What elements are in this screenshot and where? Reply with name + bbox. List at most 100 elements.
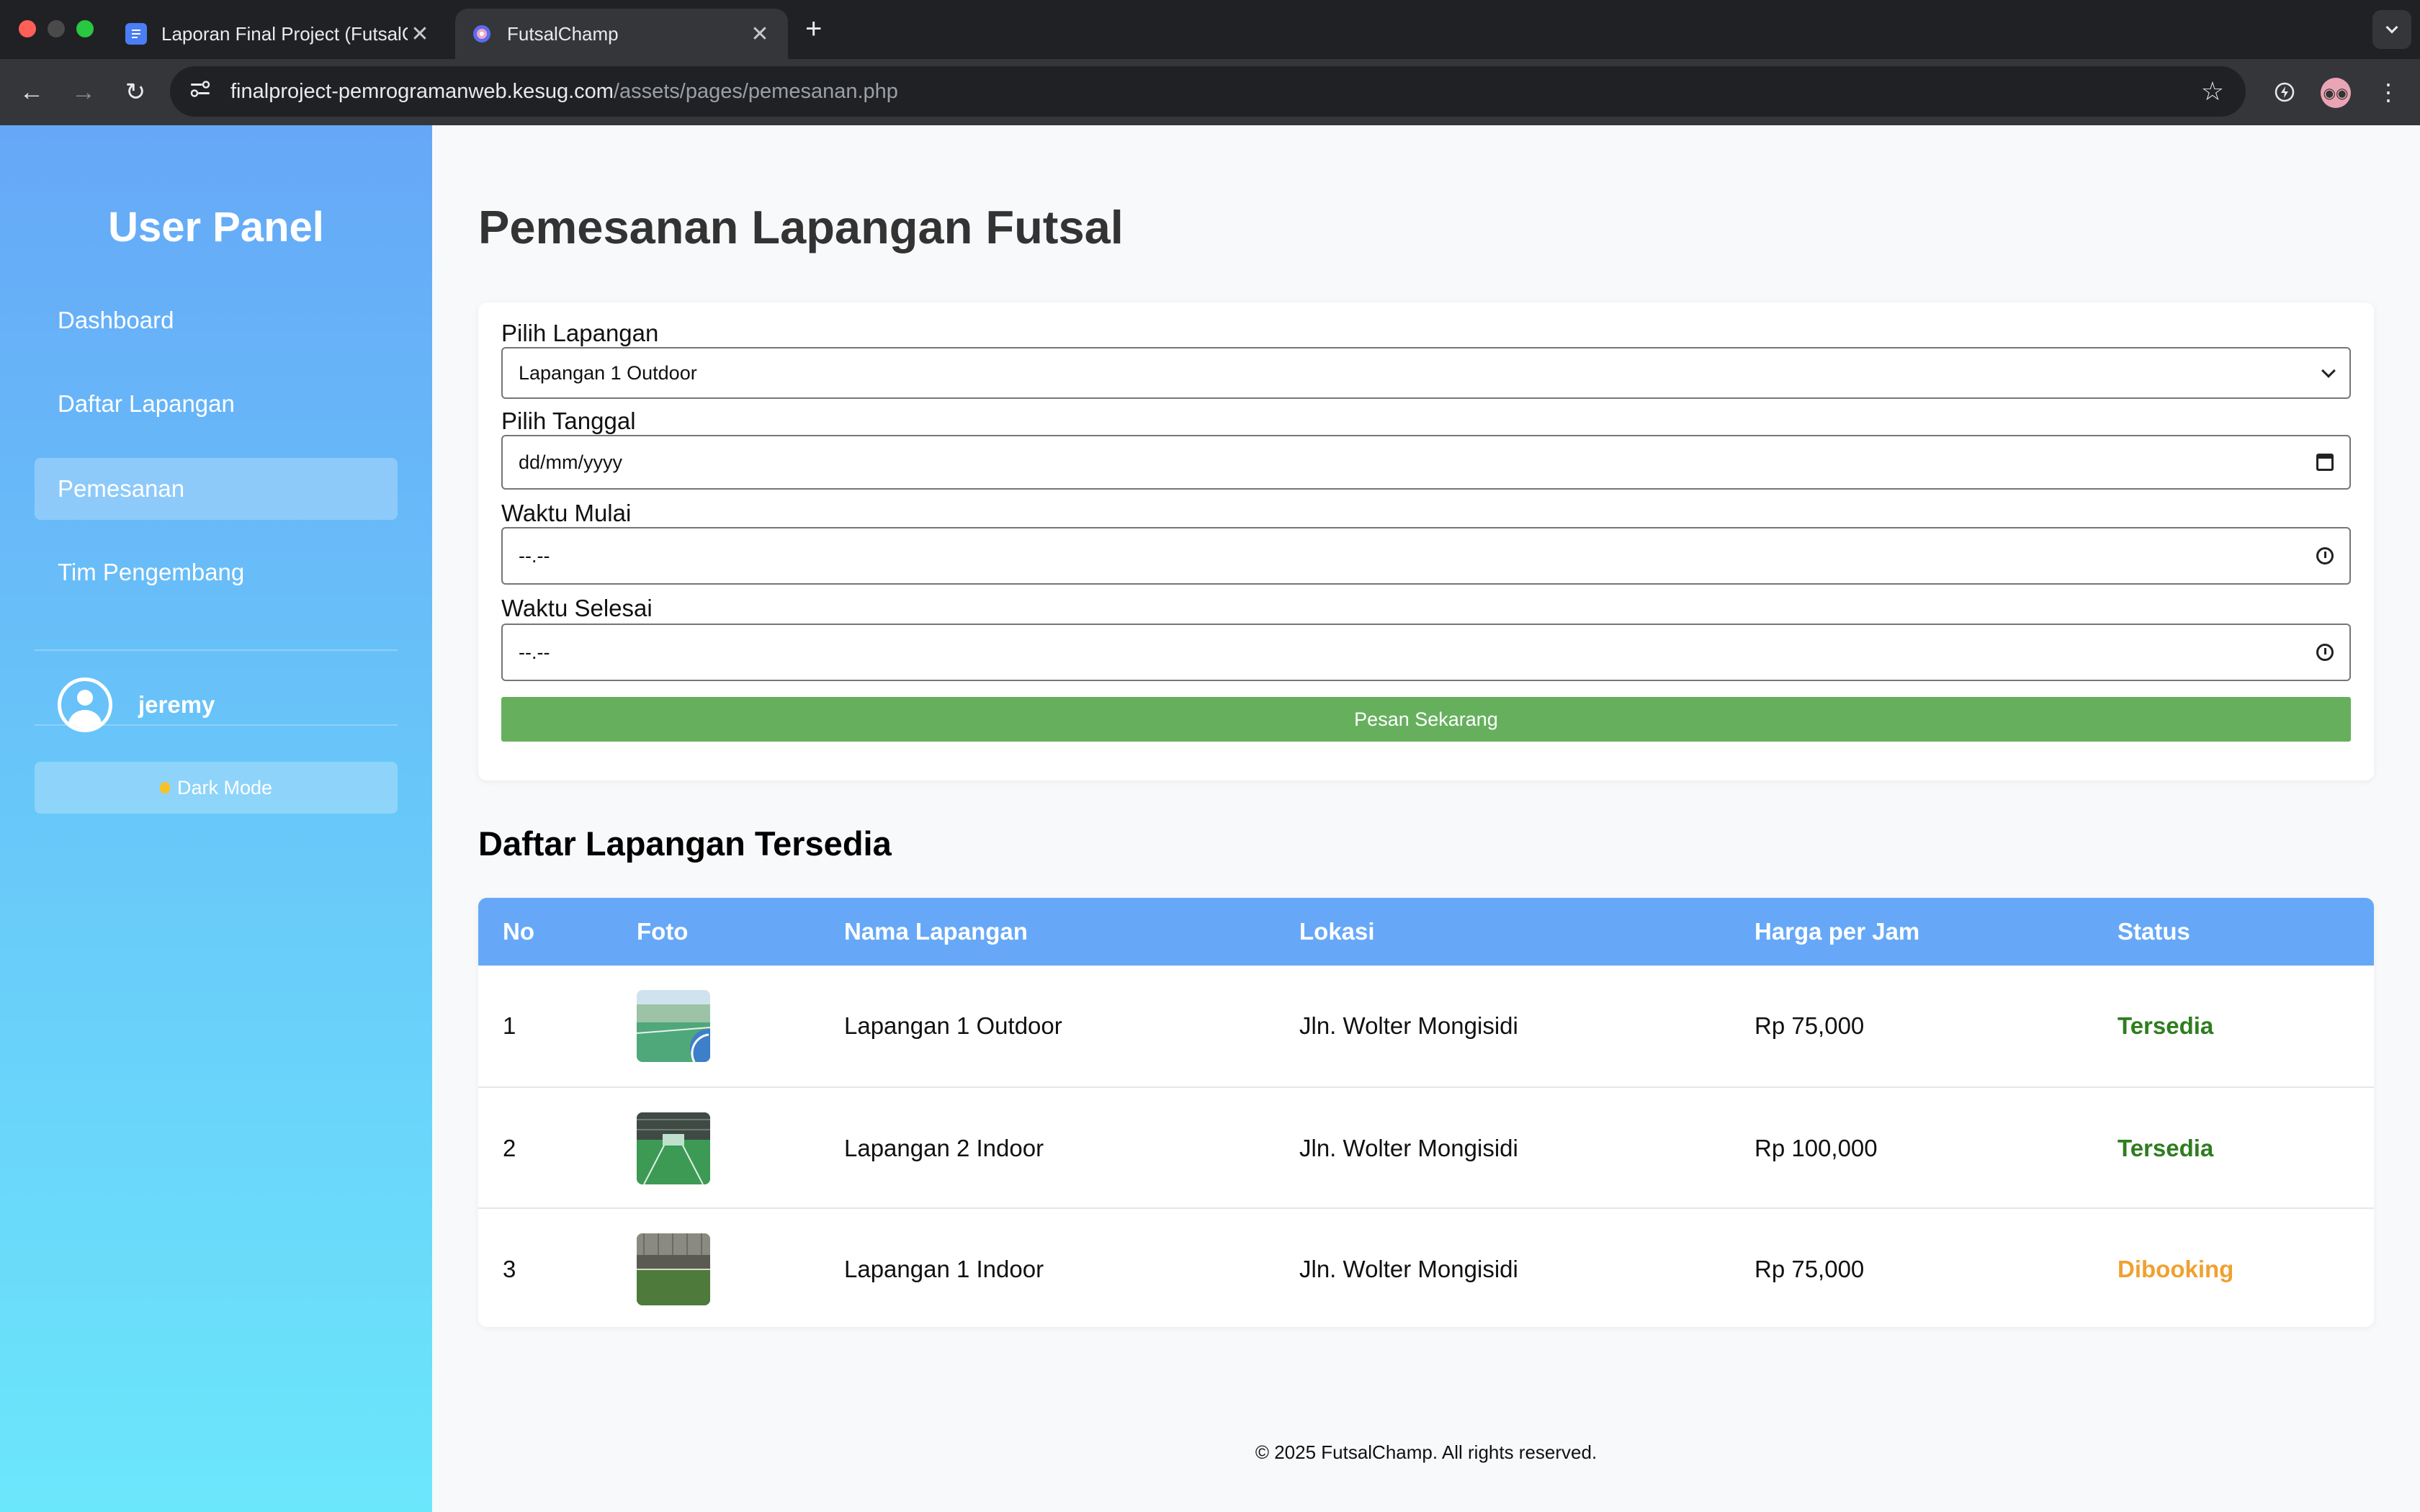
close-tab-icon[interactable]: ✕ [408,22,432,47]
status-badge: Dibooking [2118,1256,2234,1282]
field-select[interactable]: Lapangan 1 Outdoor [501,347,2351,399]
clock-icon[interactable] [2316,547,2334,564]
section-title: Daftar Lapangan Tersedia [478,824,892,863]
sidebar-title: User Panel [108,204,324,251]
column-header-status: Status [2118,918,2190,945]
sidebar-item-daftar-lapangan[interactable]: Daftar Lapangan [35,373,398,435]
row-number: 3 [503,1256,516,1282]
court-name: Lapangan 1 Indoor [844,1256,1044,1282]
end-time-placeholder: --.-- [519,641,550,663]
arrow-right-icon: → [71,78,96,106]
page-footer: © 2025 FutsalChamp. All rights reserved. [1255,1441,1597,1463]
indoor-court-image [637,1233,710,1305]
court-location: Jln. Wolter Mongisidi [1299,1135,1518,1161]
court-photo [637,966,710,1086]
tab-futsalchamp[interactable]: FutsalChamp ✕ [455,9,788,59]
start-time-label: Waktu Mulai [501,500,632,526]
pesan-sekarang-button[interactable]: Pesan Sekarang [501,697,2351,742]
courts-table: No Foto Nama Lapangan Lokasi Harga per J… [478,898,2374,1327]
status-badge: Tersedia [2118,1135,2214,1161]
court-photo [637,1088,710,1209]
sidebar-item-tim-pengembang[interactable]: Tim Pengembang [35,541,398,603]
table-row: 1 Lapangan 1 Outdoor Jln. Wolter Mongisi… [478,966,2374,1086]
end-time-label: Waktu Selesai [501,595,653,621]
sidebar-username: jeremy [138,691,215,718]
column-header-nama: Nama Lapangan [844,918,1028,945]
sidebar-item-pemesanan[interactable]: Pemesanan [35,458,398,520]
new-tab-button[interactable]: + [805,13,822,45]
close-window-button[interactable] [19,20,36,37]
extensions-icon[interactable] [2267,75,2302,109]
field-select-value: Lapangan 1 Outdoor [519,361,697,384]
address-bar[interactable]: finalproject-pemrogramanweb.kesug.com/as… [170,66,2246,117]
column-header-harga: Harga per Jam [1754,918,1920,945]
dark-mode-label: Dark Mode [176,776,273,798]
court-location: Jln. Wolter Mongisidi [1299,1012,1518,1039]
sidebar-user[interactable]: jeremy [35,658,398,752]
table-row: 2 Lapangan 2 Indoor Jln. Wolter Mongisid… [478,1086,2374,1207]
back-button[interactable]: ← [14,75,49,109]
start-time-placeholder: --.-- [519,544,550,567]
glasses-icon: ◉◉ [2323,85,2349,102]
status-badge: Tersedia [2118,1012,2214,1039]
court-location: Jln. Wolter Mongisidi [1299,1256,1518,1282]
bookmark-star-icon[interactable]: ☆ [2201,76,2224,107]
url-host: finalproject-pemrogramanweb.kesug.com [230,79,614,103]
date-input-placeholder: dd/mm/yyyy [519,451,623,473]
date-input[interactable]: dd/mm/yyyy [501,435,2351,490]
end-time-input[interactable]: --.-- [501,624,2351,681]
reload-icon: ↻ [125,78,146,106]
start-time-input[interactable]: --.-- [501,527,2351,585]
dark-mode-button[interactable]: Dark Mode [35,762,398,814]
indoor-court-image [637,1112,710,1184]
forward-button[interactable]: → [66,75,101,109]
court-name: Lapangan 1 Outdoor [844,1012,1062,1039]
column-header-lokasi: Lokasi [1299,918,1375,945]
browser-tab-strip: Laporan Final Project (FutsalC ✕ FutsalC… [0,0,2420,59]
browser-toolbar: ← → ↻ finalproject-pemrogramanweb.kesug.… [0,59,2420,125]
column-header-no: No [503,918,534,945]
chevron-down-icon [2321,364,2336,378]
court-photo [637,1209,710,1327]
field-select-label: Pilih Lapangan [501,320,659,346]
sidebar-item-dashboard[interactable]: Dashboard [35,289,398,351]
court-price: Rp 75,000 [1754,1256,1865,1282]
court-name: Lapangan 2 Indoor [844,1135,1044,1161]
clock-icon[interactable] [2316,644,2334,661]
court-price: Rp 75,000 [1754,1012,1865,1039]
close-tab-icon[interactable]: ✕ [748,22,772,47]
calendar-icon[interactable] [2316,454,2334,471]
tab-title: FutsalChamp [507,22,619,45]
sidebar-divider [35,724,398,726]
tab-title: Laporan Final Project (FutsalC [161,22,408,45]
column-header-foto: Foto [637,918,689,945]
row-number: 2 [503,1135,516,1161]
tab-laporan-final-project[interactable]: Laporan Final Project (FutsalC ✕ [109,9,448,59]
futsalchamp-favicon-icon [471,23,493,45]
page-title: Pemesanan Lapangan Futsal [478,201,1124,253]
arrow-left-icon: ← [19,78,44,106]
site-info-icon[interactable] [179,80,222,103]
minimize-window-button[interactable] [48,20,65,37]
reload-button[interactable]: ↻ [118,75,153,109]
tab-search-button[interactable] [2372,10,2411,49]
page-viewport: User Panel Dashboard Daftar Lapangan Pem… [0,125,2420,1512]
sidebar: User Panel Dashboard Daftar Lapangan Pem… [0,125,432,1512]
maximize-window-button[interactable] [76,20,94,37]
table-row: 3 Lapangan 1 Indoor Jln. Wolter Mongisid… [478,1207,2374,1327]
url-text: finalproject-pemrogramanweb.kesug.com/as… [230,80,898,104]
lightbulb-icon [159,782,170,793]
row-number: 1 [503,1012,516,1039]
profile-avatar[interactable]: ◉◉ [2321,78,2351,108]
url-path: /assets/pages/pemesanan.php [613,79,898,103]
docs-icon [125,23,147,45]
main-content: Pemesanan Lapangan Futsal Pilih Lapangan… [432,125,2420,1512]
sidebar-divider [35,649,398,651]
booking-form: Pilih Lapangan Lapangan 1 Outdoor Pilih … [478,302,2374,780]
more-menu-icon[interactable]: ⋮ [2371,75,2406,109]
date-label: Pilih Tanggal [501,408,636,434]
outdoor-court-image [637,990,710,1062]
table-header: No Foto Nama Lapangan Lokasi Harga per J… [478,898,2374,966]
court-price: Rp 100,000 [1754,1135,1878,1161]
chevron-down-icon [2385,21,2398,34]
